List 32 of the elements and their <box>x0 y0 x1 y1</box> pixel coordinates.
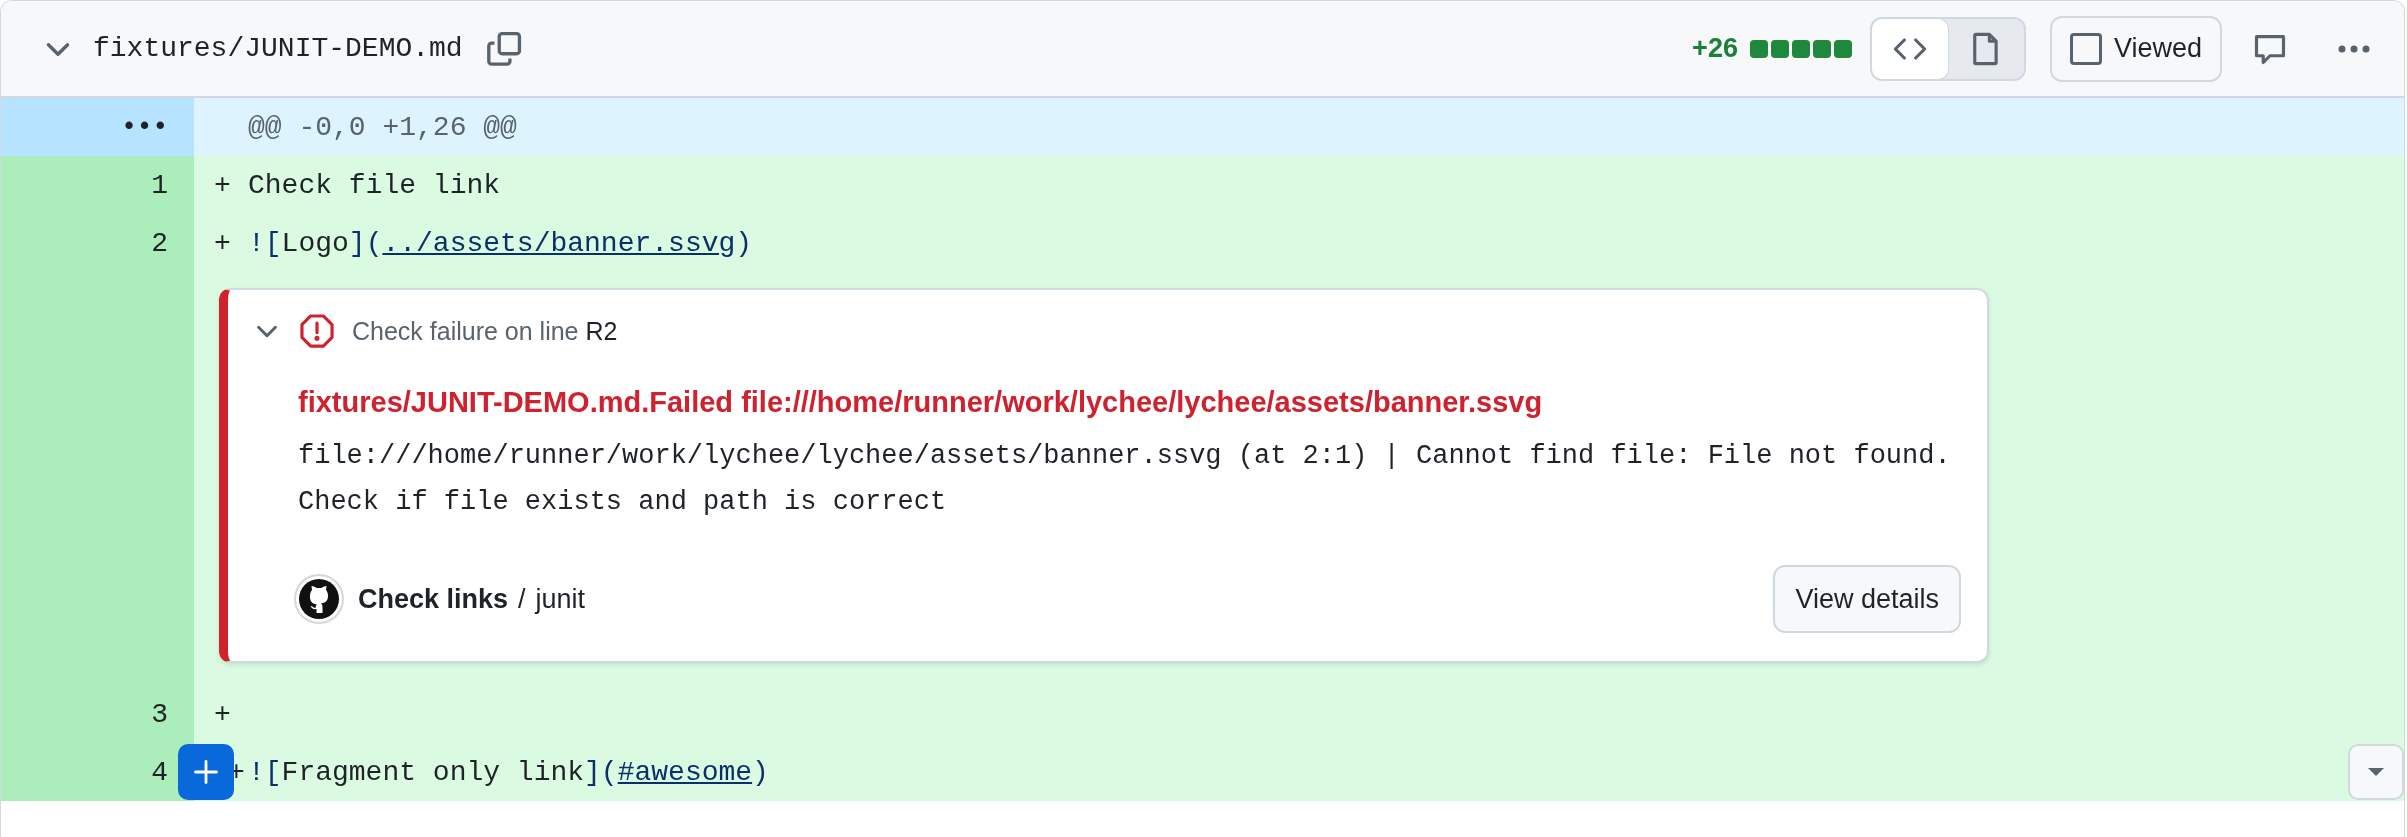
annotation-heading: Check failure on line R2 <box>352 316 618 346</box>
caret-down-icon <box>2366 766 2386 778</box>
annotation-message: file:///home/runner/work/lychee/lychee/assets/banner.ssvg (at 2:1) | Cannot find file: File not found. Check if file exists and path is correct <box>298 440 1952 519</box>
line-number: 3 <box>151 698 168 730</box>
viewed-button[interactable]: Viewed <box>2049 15 2222 82</box>
diff-marker: + <box>214 227 232 259</box>
diff-marker: + <box>214 698 232 730</box>
source-view-tab[interactable] <box>1871 18 1948 79</box>
code-line: ![Fragment only link](#awesome) <box>248 756 769 788</box>
add-comment-button[interactable] <box>178 744 234 800</box>
plus-icon <box>192 758 220 786</box>
line-number: 2 <box>151 227 168 259</box>
job-name: junit <box>535 583 586 615</box>
check-name: Check links <box>358 583 509 615</box>
hunk-header: @@ -0,0 +1,26 @@ <box>248 111 517 143</box>
view-details-button[interactable]: View details <box>1773 565 1961 633</box>
viewed-checkbox[interactable] <box>2069 32 2102 65</box>
copy-icon <box>484 29 523 68</box>
annotation-title: fixtures/JUNIT-DEMO.md.Failed file:///home/runner/work/lychee/lychee/assets/banner.ssvg <box>298 386 1544 419</box>
avatar-icon <box>294 574 344 624</box>
file-name: fixtures/JUNIT-DEMO.md <box>93 33 463 64</box>
additions-count: +26 <box>1692 33 1738 64</box>
line-number: 4 <box>151 756 168 788</box>
code-line: Check file link <box>248 169 501 201</box>
line-number: 1 <box>151 169 168 201</box>
separator: / <box>518 583 526 615</box>
code-line: ![Logo](../assets/banner.ssvg) <box>248 227 753 259</box>
expand-hunk-button[interactable]: ••• <box>121 112 168 142</box>
diff-marker: + <box>214 169 232 201</box>
octagon-alert-icon <box>298 312 336 350</box>
file-link[interactable]: #awesome <box>617 756 753 788</box>
file-link[interactable]: ../assets/banner.ssvg <box>382 227 736 259</box>
